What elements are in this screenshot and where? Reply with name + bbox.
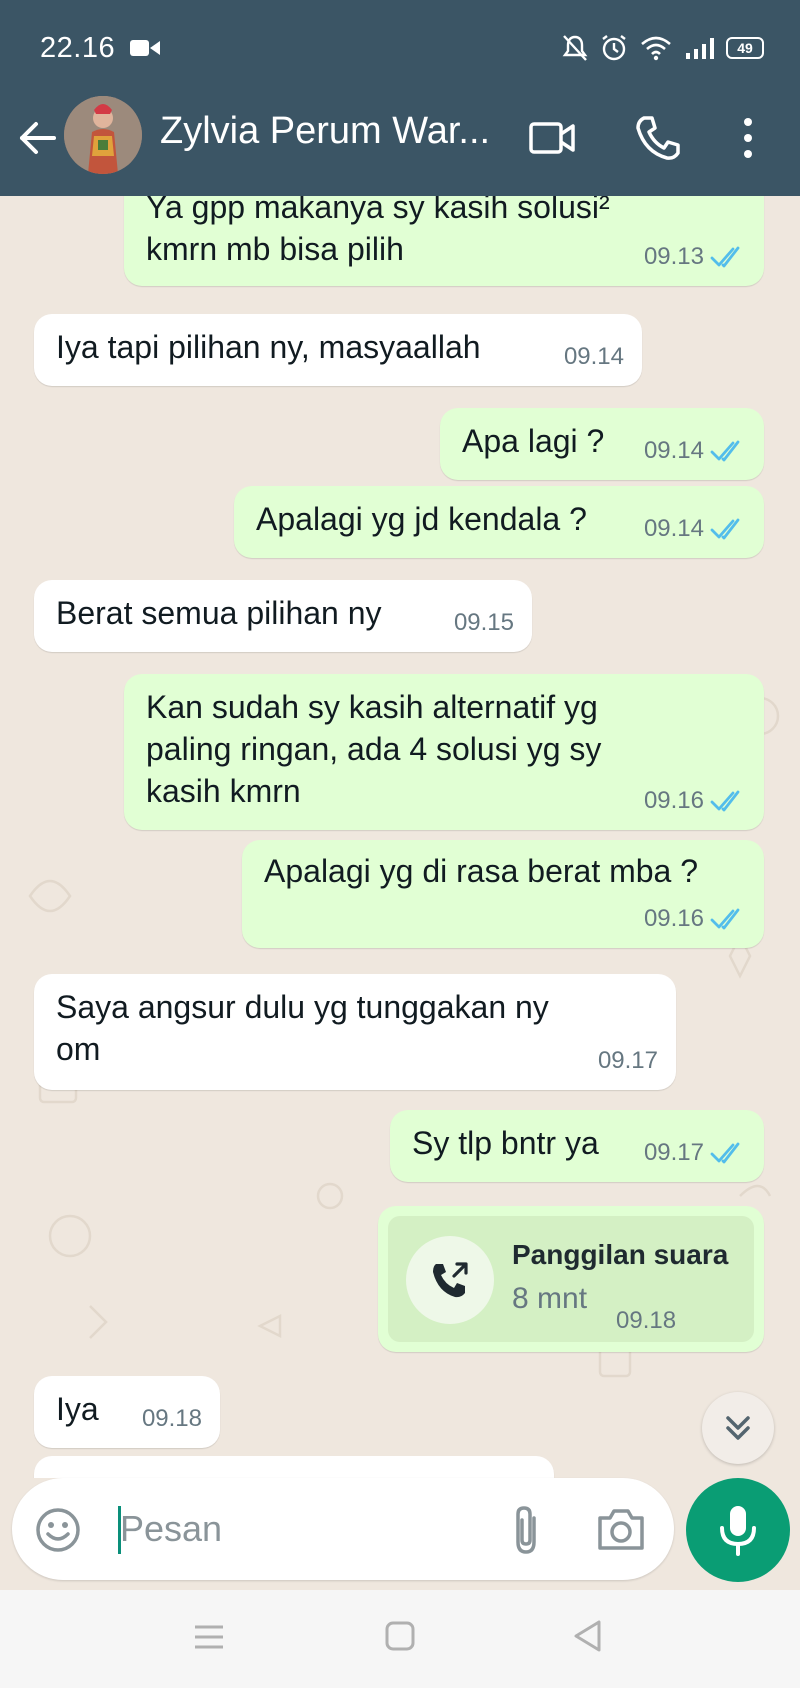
message-time: 09.18 bbox=[141, 1405, 202, 1432]
message-bubble-incoming-partial[interactable] bbox=[34, 1456, 554, 1478]
message-meta: 09.18 bbox=[142, 1398, 202, 1440]
battery-indicator: 49 bbox=[726, 37, 764, 59]
read-receipt-icon bbox=[710, 790, 740, 812]
alarm-icon bbox=[602, 35, 626, 61]
message-time: 09.13 bbox=[643, 243, 704, 270]
call-icon-circle bbox=[406, 1236, 494, 1324]
read-receipt-icon bbox=[710, 246, 740, 268]
message-text: Ya gpp makanya sy kasih solusi² kmrn mb … bbox=[146, 196, 610, 267]
scroll-to-bottom-button[interactable] bbox=[702, 1392, 774, 1464]
voice-call-icon[interactable] bbox=[634, 114, 682, 162]
message-meta: 09.13 bbox=[644, 236, 746, 278]
voice-message-button[interactable] bbox=[686, 1478, 790, 1582]
message-text: Apa lagi ? bbox=[462, 423, 605, 459]
home-icon[interactable] bbox=[384, 1620, 416, 1652]
mute-icon bbox=[562, 35, 588, 61]
message-text: Kan sudah sy kasih alternatif yg paling … bbox=[146, 689, 602, 809]
call-card: Panggilan suara 8 mnt 09.18 bbox=[388, 1216, 754, 1342]
status-bar: 22.16 49 bbox=[0, 0, 800, 96]
more-options-icon[interactable] bbox=[736, 114, 760, 162]
message-bubble-incoming[interactable]: Berat semua pilihan ny 09.15 bbox=[34, 580, 532, 652]
message-time: 09.17 bbox=[643, 1139, 704, 1166]
message-bubble-outgoing[interactable]: Kan sudah sy kasih alternatif yg paling … bbox=[124, 674, 764, 830]
message-time: 09.17 bbox=[597, 1047, 658, 1074]
message-time: 09.18 bbox=[616, 1307, 677, 1334]
chat-header: Zylvia Perum War... bbox=[0, 96, 800, 196]
microphone-icon bbox=[720, 1506, 756, 1556]
outgoing-call-icon bbox=[433, 1262, 468, 1298]
system-navigation-bar bbox=[0, 1590, 800, 1688]
message-text: Saya angsur dulu yg tunggakan ny om bbox=[56, 989, 549, 1067]
message-list[interactable]: Ya gpp makanya sy kasih solusi² kmrn mb … bbox=[0, 196, 800, 1478]
message-text: Sy tlp bntr ya bbox=[412, 1125, 599, 1161]
read-receipt-icon bbox=[710, 518, 740, 540]
status-time: 22.16 bbox=[40, 32, 116, 64]
message-text: Iya tapi pilihan ny, masyaallah bbox=[56, 329, 481, 365]
avatar-photo bbox=[64, 96, 142, 174]
video-call-icon[interactable] bbox=[528, 114, 576, 162]
message-bubble-outgoing[interactable]: Apalagi yg jd kendala ? 09.14 bbox=[234, 486, 764, 558]
message-meta: 09.14 bbox=[644, 430, 746, 472]
message-bubble-incoming[interactable]: Saya angsur dulu yg tunggakan ny om 09.1… bbox=[34, 974, 676, 1090]
read-receipt-icon bbox=[710, 1142, 740, 1164]
signal-icon bbox=[686, 38, 714, 59]
app-bar: 22.16 49 Zylvia Perum War... bbox=[0, 0, 800, 196]
back-nav-icon[interactable] bbox=[572, 1618, 604, 1654]
message-text: Apalagi yg di rasa berat mba ? bbox=[264, 853, 699, 889]
message-meta: 09.17 bbox=[644, 1132, 746, 1174]
message-input[interactable]: Pesan bbox=[120, 1508, 222, 1550]
call-duration: 8 mnt bbox=[512, 1282, 588, 1315]
message-meta: 09.15 bbox=[454, 602, 514, 644]
message-meta: 09.14 bbox=[644, 508, 746, 550]
contact-avatar[interactable] bbox=[64, 96, 142, 174]
status-icons: 49 bbox=[562, 34, 764, 62]
message-time: 09.14 bbox=[643, 515, 704, 542]
emoji-icon[interactable] bbox=[34, 1506, 82, 1554]
message-text: Berat semua pilihan ny bbox=[56, 595, 382, 631]
screen-record-icon bbox=[130, 40, 160, 56]
message-meta: 09.17 bbox=[598, 1040, 658, 1082]
back-arrow-icon[interactable] bbox=[14, 114, 62, 162]
message-text: Iya bbox=[56, 1391, 99, 1427]
message-bubble-incoming[interactable]: Iya tapi pilihan ny, masyaallah 09.14 bbox=[34, 314, 642, 386]
call-title: Panggilan suara bbox=[512, 1239, 729, 1270]
message-time: 09.16 bbox=[643, 905, 704, 932]
message-bubble-incoming[interactable]: Iya 09.18 bbox=[34, 1376, 220, 1448]
camera-icon[interactable] bbox=[596, 1506, 646, 1552]
message-bubble-outgoing[interactable]: Sy tlp bntr ya 09.17 bbox=[390, 1110, 764, 1182]
message-time: 09.15 bbox=[453, 609, 514, 636]
message-meta: 09.14 bbox=[564, 336, 624, 378]
wifi-icon bbox=[641, 36, 671, 61]
contact-name[interactable]: Zylvia Perum War... bbox=[160, 110, 500, 153]
message-time: 09.16 bbox=[643, 787, 704, 814]
message-meta: 09.16 bbox=[644, 898, 746, 940]
read-receipt-icon bbox=[710, 440, 740, 462]
message-time: 09.14 bbox=[643, 437, 704, 464]
recent-apps-icon[interactable] bbox=[192, 1622, 226, 1652]
message-bubble-outgoing[interactable]: Apalagi yg di rasa berat mba ? 09.16 bbox=[242, 840, 764, 948]
read-receipt-icon bbox=[710, 908, 740, 930]
double-chevron-down-icon bbox=[726, 1416, 750, 1440]
call-log-bubble[interactable]: Panggilan suara 8 mnt 09.18 bbox=[378, 1206, 764, 1352]
message-text: Apalagi yg jd kendala ? bbox=[256, 501, 587, 537]
message-bubble-outgoing[interactable]: Apa lagi ? 09.14 bbox=[440, 408, 764, 480]
attach-icon[interactable] bbox=[506, 1504, 546, 1556]
message-meta: 09.16 bbox=[644, 780, 746, 822]
message-bubble-outgoing[interactable]: Ya gpp makanya sy kasih solusi² kmrn mb … bbox=[124, 196, 764, 286]
message-composer: Pesan bbox=[12, 1478, 674, 1580]
message-time: 09.14 bbox=[563, 343, 624, 370]
